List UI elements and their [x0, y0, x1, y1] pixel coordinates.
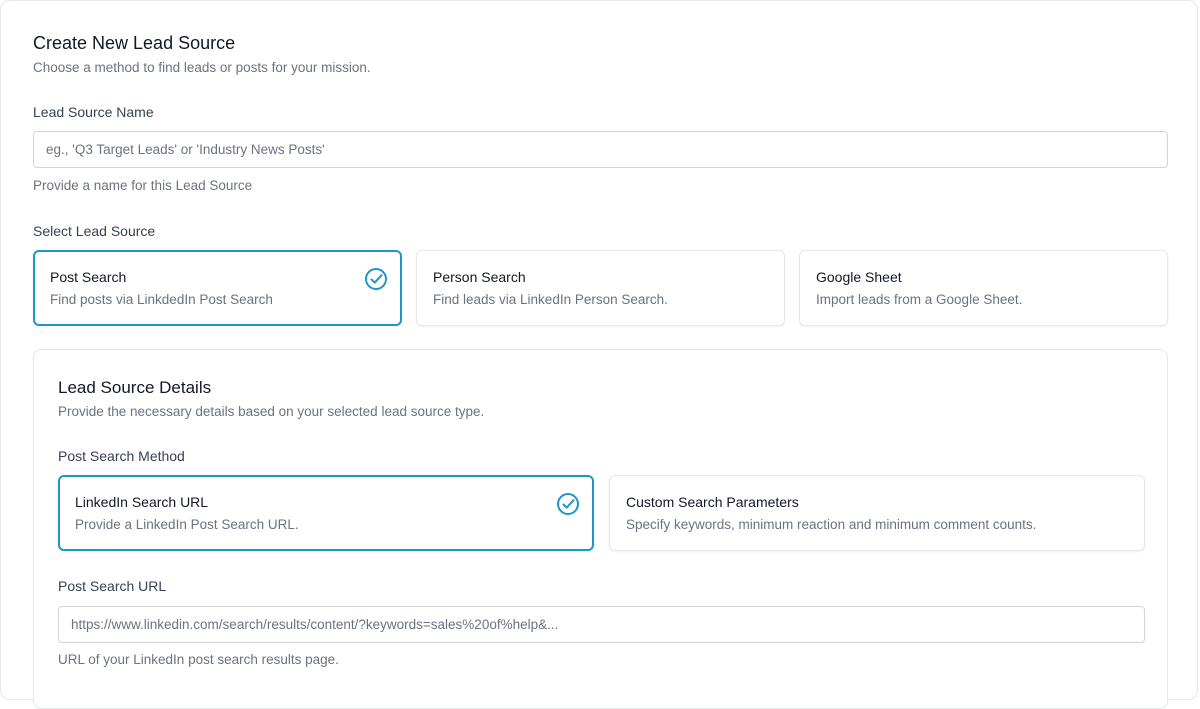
option-title: Custom Search Parameters — [626, 494, 799, 510]
lead-source-name-label: Lead Source Name — [33, 104, 154, 120]
post-search-url-label: Post Search URL — [58, 578, 167, 594]
method-option-custom-search-parameters[interactable]: Custom Search Parameters Specify keyword… — [609, 475, 1145, 551]
page-title: Create New Lead Source — [33, 33, 236, 53]
lead-source-details-panel: Lead Source Details Provide the necessar… — [33, 349, 1168, 709]
option-description: Import leads from a Google Sheet. — [816, 292, 1023, 307]
option-description: Find leads via LinkedIn Person Search. — [433, 292, 668, 307]
option-description: Specify keywords, minimum reaction and m… — [626, 517, 1037, 532]
lead-source-option-google-sheet[interactable]: Google Sheet Import leads from a Google … — [799, 250, 1168, 326]
lead-source-option-person-search[interactable]: Person Search Find leads via LinkedIn Pe… — [416, 250, 785, 326]
details-subtitle: Provide the necessary details based on y… — [58, 404, 485, 419]
lead-source-name-input[interactable] — [33, 131, 1168, 168]
lead-source-option-post-search[interactable]: Post Search Find posts via LinkdedIn Pos… — [33, 250, 402, 326]
lead-source-name-help: Provide a name for this Lead Source — [33, 178, 253, 193]
option-title: Person Search — [433, 269, 526, 285]
check-circle-icon — [557, 493, 579, 515]
post-search-url-input[interactable] — [58, 606, 1145, 643]
post-search-url-help: URL of your LinkedIn post search results… — [58, 652, 339, 667]
option-description: Find posts via LinkdedIn Post Search — [50, 292, 273, 307]
option-title: Google Sheet — [816, 269, 902, 285]
option-title: Post Search — [50, 269, 127, 285]
option-description: Provide a LinkedIn Post Search URL. — [75, 517, 299, 532]
select-lead-source-label: Select Lead Source — [33, 223, 156, 239]
method-option-linkedin-search-url[interactable]: LinkedIn Search URL Provide a LinkedIn P… — [58, 475, 594, 551]
details-title: Lead Source Details — [58, 378, 212, 397]
post-search-method-label: Post Search Method — [58, 448, 185, 464]
option-title: LinkedIn Search URL — [75, 494, 209, 510]
check-circle-icon — [365, 268, 387, 290]
create-lead-source-panel: Create New Lead Source Choose a method t… — [0, 0, 1198, 709]
page-subtitle: Choose a method to find leads or posts f… — [33, 60, 371, 75]
